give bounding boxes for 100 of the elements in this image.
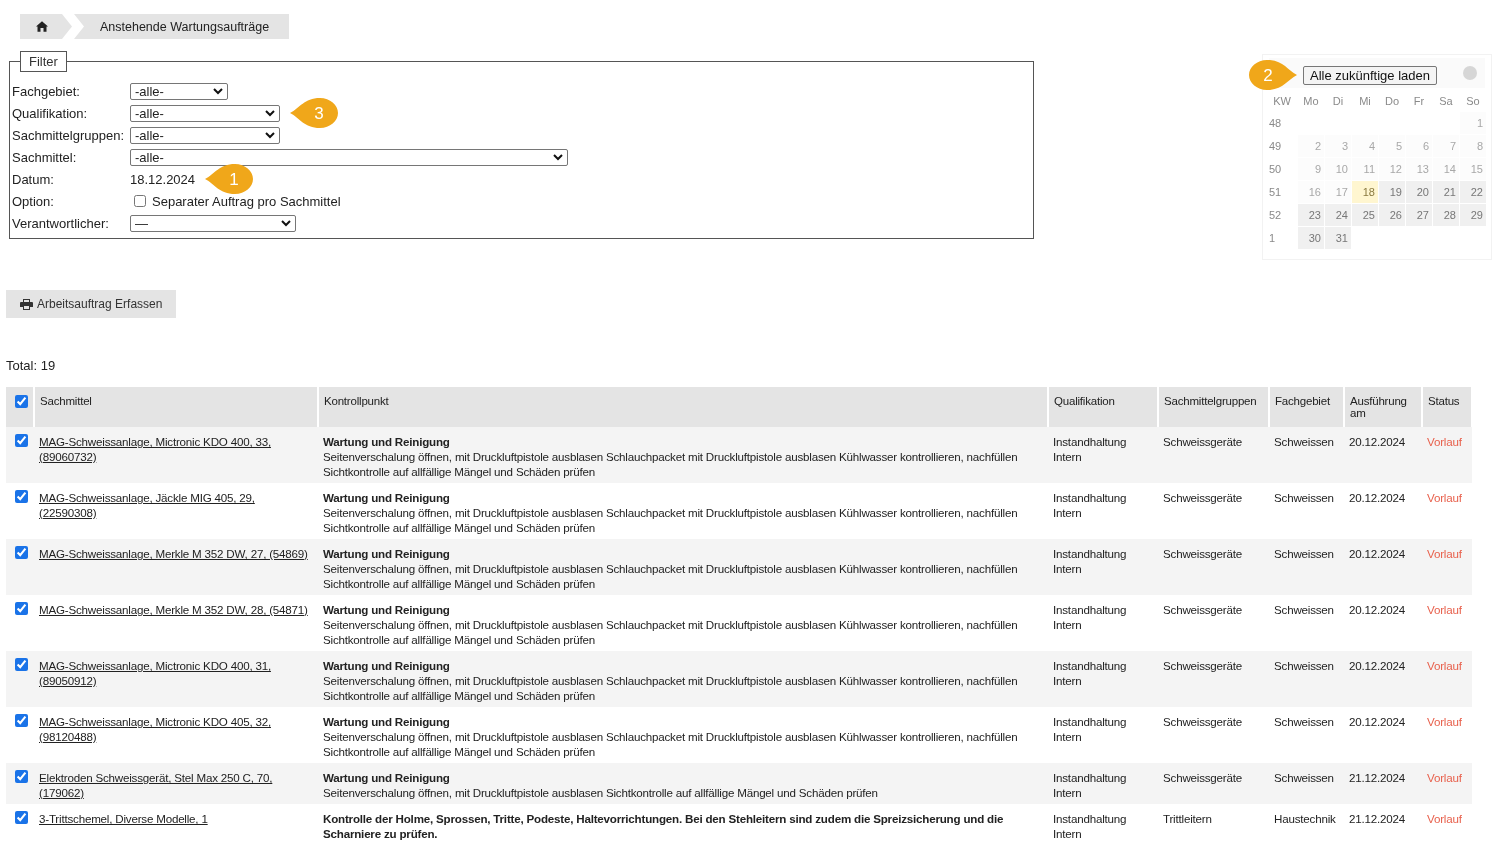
status-label: Vorlauf xyxy=(1427,547,1462,560)
calendar-day[interactable]: 28 xyxy=(1433,204,1459,226)
calendar-day[interactable]: 18 xyxy=(1352,181,1378,203)
calendar-day[interactable]: 22 xyxy=(1460,181,1486,203)
table-cell: Instandhaltung Intern xyxy=(1053,659,1127,687)
row-checkbox[interactable] xyxy=(15,434,28,447)
weekday-label: Mi xyxy=(1358,94,1372,109)
table-cell: Schweissgeräte xyxy=(1163,771,1243,784)
checkpoint-title: Wartung und Reinigung xyxy=(323,602,451,617)
table-cell: Instandhaltung Intern xyxy=(1053,812,1127,840)
table-cell: 20.12.2024 xyxy=(1349,491,1406,504)
table-cell: Schweissgeräte xyxy=(1163,659,1243,672)
step-marker: 1 xyxy=(203,162,256,196)
table-cell: 20.12.2024 xyxy=(1349,547,1406,560)
select-all-checkbox[interactable] xyxy=(15,395,28,408)
row-checkbox[interactable] xyxy=(15,602,28,615)
chevron-icon xyxy=(213,87,223,95)
calendar-day[interactable]: 30 xyxy=(1298,227,1324,249)
column-header[interactable]: Qualifikation xyxy=(1048,387,1158,427)
row-checkbox[interactable] xyxy=(15,490,28,503)
checkpoint-title: Kontrolle der Holme, Sprossen, Tritte, Podeste, Haltevorrichtungen. Bei den Stehleitern sind zudem die Spreizsicherung und die Scharniere zu prüfen. xyxy=(323,811,1005,841)
chevron-icon xyxy=(265,131,275,139)
printer-icon xyxy=(20,298,33,310)
table-cell: Schweissen xyxy=(1274,491,1334,504)
row-checkbox[interactable] xyxy=(15,546,28,559)
calendar-day[interactable]: 19 xyxy=(1379,181,1405,203)
checkpoint-title: Wartung und Reinigung xyxy=(323,546,451,561)
table-cell: Instandhaltung Intern xyxy=(1053,491,1127,519)
total-count: Total: 19 xyxy=(6,358,57,373)
equipment-link[interactable]: MAG-Schweissanlage, Mictronic KDO 405, 32, (98120488) xyxy=(39,714,313,744)
dropdown-field[interactable]: -alle- xyxy=(130,82,228,100)
status-label: Vorlauf xyxy=(1427,715,1462,728)
table-cell: 20.12.2024 xyxy=(1349,659,1406,672)
equipment-link[interactable]: 3-Trittschemel, Diverse Modelle, 1 xyxy=(39,811,313,826)
checkpoint-description: Seitenverschalung öffnen, mit Druckluftpistole ausblasen Schlauchpacket mit Druckluftpistole ausblasen Kühlwasser kontrollieren, nachfüllen Sichtkontrolle auf allfällige Mängel und Schäden prüfen xyxy=(323,505,1019,535)
home-breadcrumb[interactable] xyxy=(20,14,72,39)
field-label: Verantwortlicher: xyxy=(12,215,110,231)
column-header[interactable]: Ausführung am xyxy=(1344,387,1422,427)
table-cell: 21.12.2024 xyxy=(1349,771,1406,784)
row-checkbox[interactable] xyxy=(15,811,28,824)
field-label: Fachgebiet: xyxy=(12,83,81,99)
column-header[interactable]: Sachmittel xyxy=(34,387,318,427)
column-header[interactable]: Kontrollpunkt xyxy=(318,387,1048,427)
calendar-day[interactable]: 29 xyxy=(1460,204,1486,226)
calendar-day[interactable]: 31 xyxy=(1325,227,1351,249)
dropdown-field[interactable]: -alle- xyxy=(130,126,280,144)
column-header[interactable]: Fachgebiet xyxy=(1269,387,1344,427)
equipment-link[interactable]: MAG-Schweissanlage, Merkle M 352 DW, 28, (54871) xyxy=(39,602,313,617)
option-checkbox[interactable] xyxy=(134,195,146,207)
calendar-day[interactable]: 27 xyxy=(1406,204,1432,226)
equipment-link[interactable]: MAG-Schweissanlage, Jäckle MIG 405, 29, (22590308) xyxy=(39,490,313,520)
calendar-day[interactable]: 25 xyxy=(1352,204,1378,226)
week-number: 51 xyxy=(1268,185,1283,200)
checkpoint-description: Seitenverschalung öffnen, mit Druckluftpistole ausblasen Schlauchpacket mit Druckluftpistole ausblasen Kühlwasser kontrollieren, nachfüllen Sichtkontrolle auf allfällige Mängel und Schäden prüfen xyxy=(323,561,1019,591)
row-checkbox[interactable] xyxy=(15,658,28,671)
weekday-label: KW xyxy=(1272,94,1292,109)
dropdown-field[interactable]: — xyxy=(130,214,296,232)
table-cell: Schweissgeräte xyxy=(1163,435,1243,448)
step-marker: 2 xyxy=(1247,58,1299,92)
breadcrumb-item[interactable]: Anstehende Wartungsaufträge xyxy=(74,14,290,39)
calendar-day[interactable]: 24 xyxy=(1325,204,1351,226)
weekday-label: Mo xyxy=(1302,94,1320,109)
row-checkbox[interactable] xyxy=(15,770,28,783)
calendar-day[interactable]: 26 xyxy=(1379,204,1405,226)
week-number: 48 xyxy=(1268,116,1283,131)
table-cell: Schweissgeräte xyxy=(1163,491,1243,504)
field-label: Datum: xyxy=(12,171,55,187)
weekday-label: Do xyxy=(1383,94,1401,109)
status-label: Vorlauf xyxy=(1427,603,1462,616)
week-number: 52 xyxy=(1268,208,1283,223)
calendar-day[interactable]: 20 xyxy=(1406,181,1432,203)
table-cell: 21.12.2024 xyxy=(1349,812,1406,825)
checkpoint-title: Wartung und Reinigung xyxy=(323,434,451,449)
column-header[interactable]: Status xyxy=(1422,387,1472,427)
chevron-icon xyxy=(265,109,275,117)
row-checkbox[interactable] xyxy=(15,714,28,727)
chevron-icon xyxy=(553,153,563,161)
table-cell: Schweissgeräte xyxy=(1163,715,1243,728)
calendar-day[interactable]: 23 xyxy=(1298,204,1324,226)
week-number: 50 xyxy=(1268,162,1283,177)
table-cell: Instandhaltung Intern xyxy=(1053,435,1127,463)
dropdown-field[interactable]: -alle- xyxy=(130,104,280,122)
table-cell: Instandhaltung Intern xyxy=(1053,547,1127,575)
table-cell: Trittleitern xyxy=(1163,812,1212,825)
calendar-day[interactable]: 21 xyxy=(1433,181,1459,203)
weekday-label: Sa xyxy=(1438,94,1454,109)
table-cell: Schweissen xyxy=(1274,603,1334,616)
weekday-label: So xyxy=(1465,94,1481,109)
dropdown-field[interactable]: -alle- xyxy=(130,148,568,166)
table-cell: Haustechnik xyxy=(1274,812,1336,825)
field-label: Sachmittel: xyxy=(12,149,78,165)
table-cell: Schweissen xyxy=(1274,715,1334,728)
home-icon xyxy=(36,21,48,32)
create-order-button[interactable]: Arbeitsauftrag Erfassen xyxy=(6,290,177,318)
option-label: Separater Auftrag pro Sachmittel xyxy=(152,193,341,209)
status-label: Vorlauf xyxy=(1427,771,1462,784)
table-cell: Instandhaltung Intern xyxy=(1053,603,1127,631)
table-cell: 20.12.2024 xyxy=(1349,603,1406,616)
weekday-label: Di xyxy=(1331,94,1345,109)
column-header[interactable]: Sachmittelgruppen xyxy=(1158,387,1269,427)
